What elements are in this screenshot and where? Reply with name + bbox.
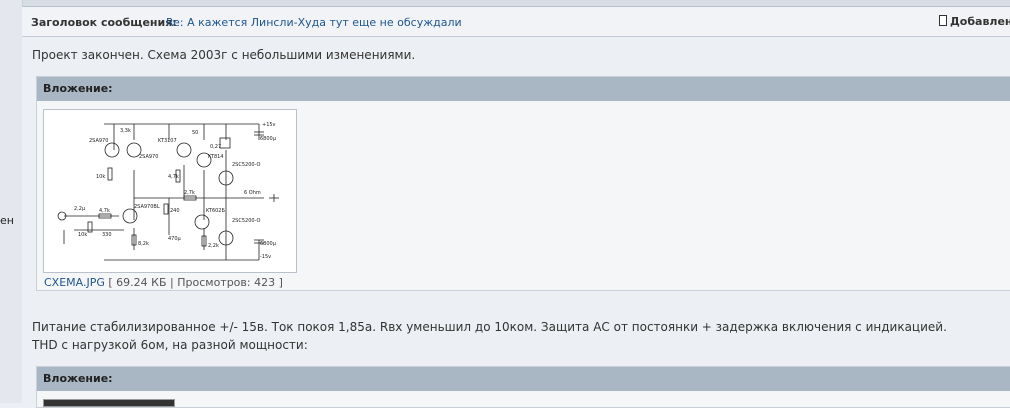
- attachment-filename-link[interactable]: CXEMA.JPG: [44, 276, 105, 289]
- label-t2: 2SA970: [139, 154, 158, 160]
- label-cap2: 6800µ: [260, 241, 277, 247]
- label-t4: KT814: [208, 154, 224, 160]
- label-vplus: +15v: [262, 122, 276, 128]
- attachment-size: [ 69.24 КБ: [108, 276, 167, 289]
- label-out: 6 Ohm: [244, 190, 261, 196]
- attachment-caption: CXEMA.JPG [ 69.24 КБ | Просмотров: 423 ]: [44, 276, 283, 289]
- posted-label: Добавлено: [950, 15, 1010, 28]
- subject-label: Заголовок сообщения:: [31, 16, 177, 29]
- schematic-thumbnail[interactable]: +15v 6800µ 2SA970 3,3k 2SA970 KT3107 50 …: [43, 109, 297, 273]
- label-t6: 2SA970BL: [134, 204, 160, 210]
- label-r1: 3,3k: [120, 128, 131, 134]
- label-r6: 2,7k: [184, 190, 195, 196]
- label-r4: 10k: [96, 174, 105, 180]
- attachment-header-2: Вложение:: [37, 367, 1010, 391]
- author-column: ен: [0, 0, 23, 403]
- label-r5: 4,7k: [168, 174, 179, 180]
- label-r10: 330: [102, 232, 112, 238]
- label-r9: 10k: [78, 232, 87, 238]
- label-r3: 0,27: [210, 144, 221, 150]
- label-c-in: 2,2µ: [74, 206, 86, 212]
- top-strip: [0, 0, 1010, 7]
- attachment-views: | Просмотров: 423 ]: [170, 276, 283, 289]
- attachment-box-2: Вложение:: [36, 366, 1010, 408]
- author-info-fragment: ен: [0, 214, 14, 227]
- label-t7: KT602Б: [206, 208, 225, 214]
- posted-info: Добавлено: [939, 15, 1010, 28]
- label-t5: 2SC5200-O: [232, 162, 261, 168]
- label-t8: 2SC5200-O: [232, 218, 261, 224]
- attachment-box-1: Вложение: +15v 6800µ 2SA970 3,3k 2SA970 …: [36, 76, 1010, 291]
- label-r7: 4,7k: [99, 208, 110, 214]
- label-r11: 8,2k: [138, 241, 149, 247]
- label-vminus: -15v: [260, 254, 271, 260]
- schematic-image: +15v 6800µ 2SA970 3,3k 2SA970 KT3107 50 …: [57, 122, 279, 261]
- attachment-header: Вложение:: [37, 77, 1010, 101]
- label-cap1: 6800µ: [260, 136, 277, 142]
- label-t3: KT3107: [158, 138, 177, 144]
- post-text-line-3: THD с нагрузкой 6ом, на разной мощности:: [32, 338, 308, 352]
- post-text-line-2: Питание стабилизированное +/- 15в. Ток п…: [32, 320, 947, 334]
- label-c2: 470µ: [168, 236, 182, 242]
- attachment-thumbnail-2[interactable]: [43, 399, 175, 407]
- post-icon[interactable]: [939, 15, 947, 26]
- subject-link[interactable]: Re: А кажется Линсли-Худа тут еще не обс…: [166, 16, 462, 29]
- label-r8: 240: [170, 208, 180, 214]
- label-r12: 2,2k: [208, 243, 219, 249]
- post-text-line-1: Проект закончен. Схема 2003г с небольшим…: [32, 48, 416, 62]
- label-t1: 2SA970: [89, 138, 108, 144]
- label-r2: 50: [192, 130, 198, 136]
- post-header: Заголовок сообщения: Re: А кажется Линсл…: [22, 7, 1010, 37]
